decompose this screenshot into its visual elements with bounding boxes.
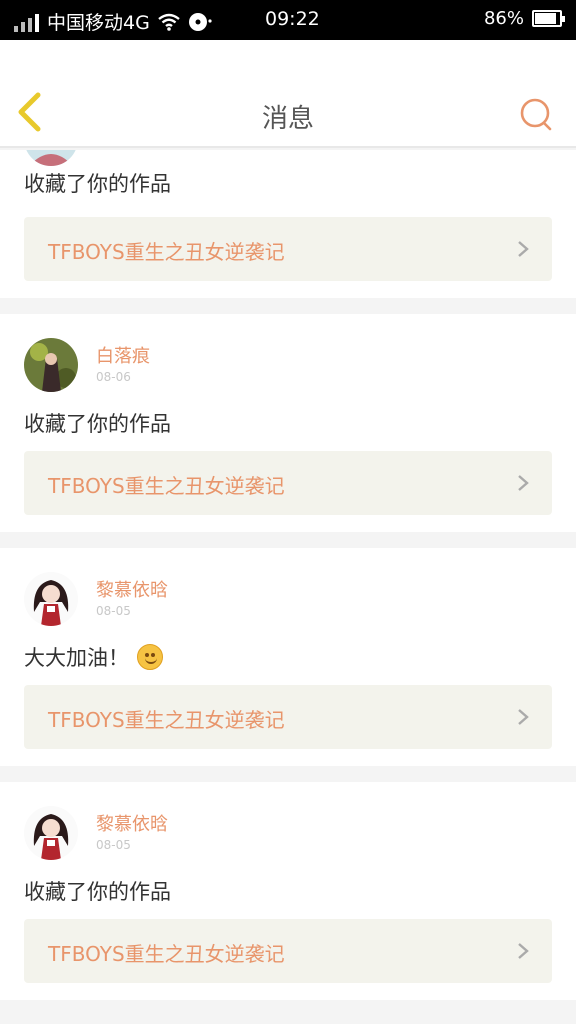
- work-title: TFBOYS重生之丑女逆袭记: [48, 240, 285, 264]
- message-text: 收藏了你的作品: [24, 168, 552, 198]
- work-title: TFBOYS重生之丑女逆袭记: [48, 474, 285, 498]
- message-card: 收藏了你的作品 TFBOYS重生之丑女逆袭记: [0, 150, 576, 298]
- smile-emoji-icon: [137, 644, 163, 670]
- status-bar: 中国移动4G 09:22 86%: [0, 0, 576, 40]
- user-name[interactable]: 白落痕: [96, 342, 150, 368]
- signal-icon: [14, 12, 39, 32]
- work-link[interactable]: TFBOYS重生之丑女逆袭记: [24, 685, 552, 749]
- chevron-right-icon: [518, 709, 529, 725]
- work-title: TFBOYS重生之丑女逆袭记: [48, 942, 285, 966]
- status-left: 中国移动4G: [14, 8, 212, 35]
- message-text: 大大加油！: [24, 642, 163, 672]
- message-label: 收藏了你的作品: [24, 880, 171, 904]
- carrier-label: 中国移动4G: [47, 12, 150, 34]
- message-date: 08-05: [96, 604, 131, 618]
- avatar[interactable]: [24, 806, 78, 860]
- message-date: 08-06: [96, 370, 131, 384]
- message-text: 收藏了你的作品: [24, 408, 171, 438]
- chevron-right-icon: [518, 241, 529, 257]
- battery-icon: [532, 10, 565, 27]
- chevron-right-icon: [518, 475, 529, 491]
- avatar[interactable]: [24, 572, 78, 626]
- user-name[interactable]: 黎慕依晗: [96, 810, 168, 836]
- work-link[interactable]: TFBOYS重生之丑女逆袭记: [24, 217, 552, 281]
- chevron-right-icon: [518, 943, 529, 959]
- message-date: 08-05: [96, 838, 131, 852]
- work-link[interactable]: TFBOYS重生之丑女逆袭记: [24, 919, 552, 983]
- message-card: 白落痕 08-06 收藏了你的作品 TFBOYS重生之丑女逆袭记: [0, 314, 576, 532]
- nav-bar: 消息: [0, 40, 576, 148]
- message-label: 大大加油！: [24, 646, 129, 670]
- search-icon[interactable]: [518, 96, 554, 132]
- page-title: 消息: [261, 104, 314, 134]
- clock: 09:22: [265, 8, 320, 30]
- message-card: 黎慕依晗 08-05 大大加油！ TFBOYS重生之丑女逆袭记: [0, 548, 576, 766]
- user-name[interactable]: 黎慕依晗: [96, 576, 168, 602]
- message-list[interactable]: 收藏了你的作品 TFBOYS重生之丑女逆袭记 白落痕 08-06 收藏了你的作品…: [0, 150, 576, 1024]
- work-title: TFBOYS重生之丑女逆袭记: [48, 708, 285, 732]
- message-label: 收藏了你的作品: [24, 412, 171, 436]
- avatar[interactable]: [24, 338, 78, 392]
- work-link[interactable]: TFBOYS重生之丑女逆袭记: [24, 451, 552, 515]
- message-card: 黎慕依晗 08-05 收藏了你的作品 TFBOYS重生之丑女逆袭记: [0, 782, 576, 1000]
- message-text: 收藏了你的作品: [24, 876, 171, 906]
- avatar[interactable]: [24, 150, 78, 166]
- wifi-icon: [158, 13, 180, 31]
- media-disc-icon: [188, 12, 212, 31]
- battery-percent: 86%: [483, 8, 524, 29]
- battery-fill: [535, 13, 556, 24]
- message-label: 收藏了你的作品: [24, 172, 171, 196]
- status-right: 86%: [483, 8, 565, 29]
